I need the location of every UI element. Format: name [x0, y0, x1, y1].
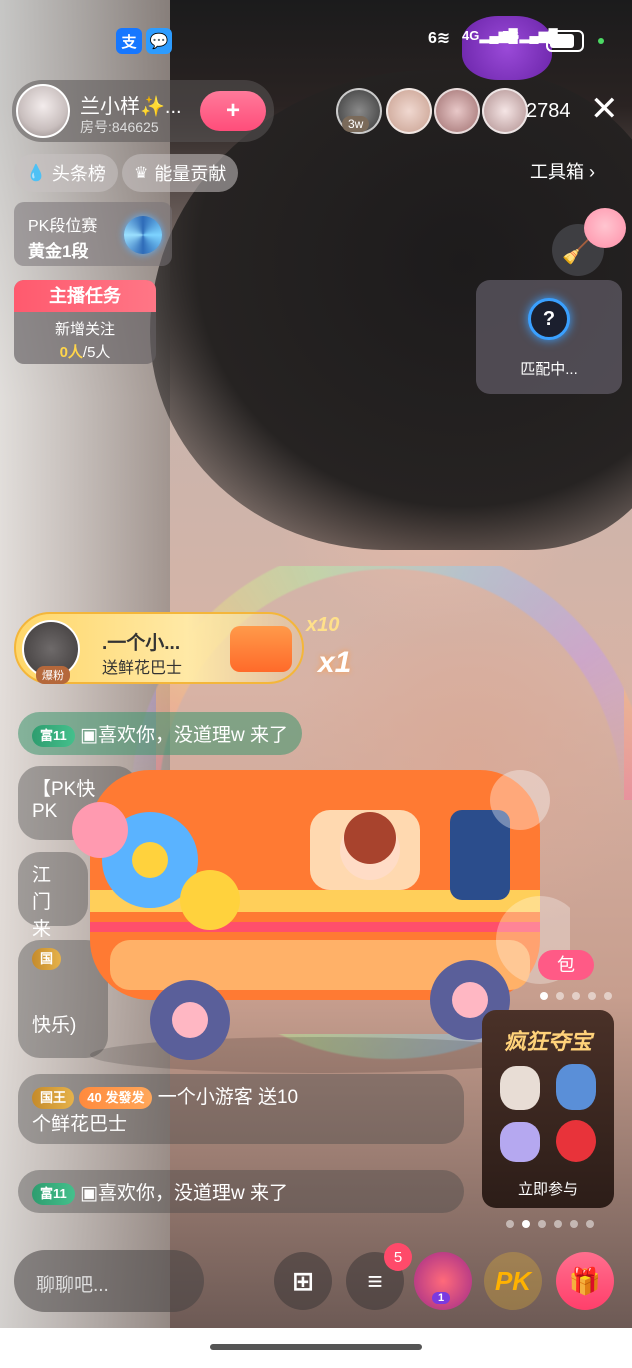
gift-character-button[interactable]: 1 — [414, 1252, 472, 1310]
anchor-task-card[interactable]: 主播任务 新增关注 0人/5人 — [14, 280, 156, 364]
chat-input[interactable]: 聊聊吧... — [14, 1250, 204, 1312]
close-icon[interactable]: ✕ — [590, 92, 619, 126]
pk-rank-card[interactable]: PK段位赛 黄金1段 — [14, 202, 172, 266]
pig-mascot-icon[interactable] — [584, 208, 626, 248]
pk-button[interactable]: PK — [484, 1252, 542, 1310]
gift-text: 送鲜花巴士 — [102, 660, 183, 677]
gift-banner[interactable]: 爆粉 .一个小... 送鲜花巴士 — [14, 612, 304, 684]
battery-icon — [546, 30, 584, 52]
crown-icon: ♛ — [134, 165, 149, 182]
follow-button[interactable]: + — [200, 91, 266, 131]
chat-message[interactable]: 富11 ▣喜欢你，没道理w 来了 — [18, 1170, 464, 1213]
notification-badge: 5 — [384, 1243, 412, 1271]
character-icon — [556, 1064, 596, 1110]
rich-level-badge: 富11 — [32, 724, 75, 747]
treasure-promo-card[interactable]: 疯狂夺宝 立即参与 — [482, 1010, 614, 1208]
task-progress: 0人/5人 — [59, 344, 111, 361]
promo-badge[interactable]: 包 — [538, 950, 594, 980]
anchor-name: 兰小样✨... — [80, 96, 182, 118]
battery-dot — [598, 38, 604, 44]
viewer-avatar-4[interactable] — [482, 88, 528, 134]
message-app-icon: 💬 — [146, 28, 172, 54]
matching-card[interactable]: ? 匹配中... — [476, 280, 622, 394]
gift-box-icon[interactable]: 🎁 — [556, 1252, 614, 1310]
anchor-avatar[interactable] — [16, 84, 70, 138]
system-nav-bar — [0, 1328, 632, 1368]
promo-dots-top — [540, 992, 612, 1000]
red-mascot-icon — [556, 1120, 596, 1162]
viewer-badge: 3w — [342, 116, 370, 132]
dolphin-icon — [500, 1122, 540, 1162]
energy-contribution-button[interactable]: ♛ 能量贡献 — [122, 154, 239, 192]
home-indicator[interactable] — [210, 1344, 422, 1350]
droplet-icon: 💧 — [26, 165, 46, 182]
rank-swirl-icon — [124, 216, 162, 254]
follow-plus-icon: + — [225, 97, 240, 124]
fan-level-badge: 40 发發发 — [79, 1086, 153, 1109]
live-stream-video: 支 💬 6≋ 4G▂▄▆█ 5G▂▄▆█ 兰小样✨... 房号:846625 +… — [0, 0, 632, 1328]
toolbox-button[interactable]: 工具箱 › — [530, 158, 595, 184]
question-icon: ? — [528, 298, 570, 340]
sender-name: .一个小... — [102, 633, 181, 654]
rich-level-badge: 富11 — [32, 1182, 75, 1205]
gift-level-badge: 1 — [432, 1292, 451, 1304]
alipay-icon: 支 — [116, 28, 142, 54]
viewer-avatar-2[interactable] — [386, 88, 432, 134]
rabbit-icon — [500, 1066, 540, 1110]
anchor-info-card[interactable]: 兰小样✨... 房号:846625 + — [12, 80, 274, 142]
grid-icon[interactable]: ⊞ — [274, 1252, 332, 1310]
viewer-count[interactable]: 2784 — [526, 100, 571, 123]
combo-count-top: x10 — [306, 614, 340, 636]
combo-count-main: x1 — [318, 646, 352, 679]
fan-badge: 爆粉 — [36, 666, 70, 684]
promo-dots-bottom — [506, 1220, 594, 1228]
status-bar: 支 💬 6≋ 4G▂▄▆█ 5G▂▄▆█ — [0, 22, 632, 62]
king-badge: 国王 — [32, 1086, 75, 1109]
flower-bus-gift-icon — [230, 626, 292, 672]
wifi-icon: 6≋ — [428, 30, 451, 47]
chat-message[interactable]: 国王 40 发發发 一个小游客 送10 个鲜花巴士 — [18, 1074, 464, 1144]
king-level-badge: 国 — [32, 948, 62, 970]
viewer-avatar-3[interactable] — [434, 88, 480, 134]
room-id: 房号:846625 — [80, 119, 159, 135]
headline-rank-button[interactable]: 💧 头条榜 — [14, 154, 118, 192]
